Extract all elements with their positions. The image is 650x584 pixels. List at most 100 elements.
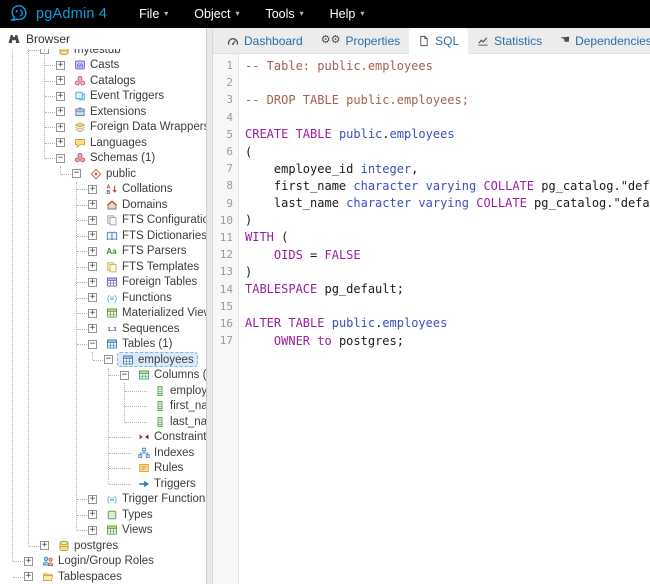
- tree-item-mytestdb[interactable]: −mytestdb: [0, 49, 206, 58]
- casts-icon: 69: [73, 59, 86, 72]
- expand-icon[interactable]: +: [88, 278, 97, 287]
- tree-item-fts-configurations[interactable]: +FTS Configurations: [0, 213, 206, 229]
- menu-file[interactable]: File▾: [139, 7, 168, 21]
- expand-icon[interactable]: +: [56, 76, 65, 85]
- expand-icon[interactable]: +: [24, 557, 33, 566]
- tree-item-functions[interactable]: +(≡)Functions: [0, 290, 206, 306]
- expand-icon[interactable]: +: [88, 495, 97, 504]
- menu-tools[interactable]: Tools▾: [265, 7, 303, 21]
- tree-item-label: Extensions: [90, 106, 146, 118]
- tree-item-languages[interactable]: +Languages: [0, 135, 206, 151]
- tree-item-tablespaces[interactable]: +Tablespaces: [0, 569, 206, 584]
- browser-panel-title: Browser: [26, 32, 70, 46]
- panel-splitter[interactable]: [206, 28, 213, 584]
- tree-item-label: Materialized Views: [122, 307, 206, 319]
- tree-item-first-name[interactable]: first_name: [0, 399, 206, 415]
- tree-item-triggers[interactable]: Triggers: [0, 476, 206, 492]
- tree-item-public[interactable]: −public: [0, 166, 206, 182]
- tree-item-trigger-functions[interactable]: +(≡)Trigger Functions: [0, 492, 206, 508]
- collapse-icon[interactable]: −: [56, 154, 65, 163]
- tree-item-label: Collations: [122, 183, 173, 195]
- tree-item-employee-id[interactable]: employee_id: [0, 383, 206, 399]
- tree-item-collations[interactable]: +ABCollations: [0, 182, 206, 198]
- collapse-icon[interactable]: −: [120, 371, 129, 380]
- tree-item-constraints[interactable]: Constraints: [0, 430, 206, 446]
- line-number: 3: [213, 93, 233, 106]
- tree-item-label: Rules: [154, 462, 183, 474]
- tab-dependencies[interactable]: ☚Dependencies: [551, 28, 650, 53]
- tree-item-fts-templates[interactable]: +FTS Templates: [0, 259, 206, 275]
- expand-icon[interactable]: +: [56, 61, 65, 70]
- menu-help[interactable]: Help▾: [330, 7, 365, 21]
- expand-icon[interactable]: +: [88, 216, 97, 225]
- tree-item-rules[interactable]: Rules: [0, 461, 206, 477]
- columns-icon: [137, 369, 150, 382]
- tree-item-employees[interactable]: −employees: [0, 352, 206, 368]
- tree-item-columns-3[interactable]: −Columns (3): [0, 368, 206, 384]
- tree-item-catalogs[interactable]: +Catalogs: [0, 73, 206, 89]
- tree-item-tables-1[interactable]: −Tables (1): [0, 337, 206, 353]
- menu-list: File▾ Object▾ Tools▾ Help▾: [139, 7, 364, 21]
- expand-icon[interactable]: +: [40, 541, 49, 550]
- code-token: OWNER: [274, 334, 310, 348]
- expand-icon[interactable]: +: [88, 231, 97, 240]
- tab-properties[interactable]: ⚙⚙Properties: [312, 28, 409, 53]
- tab-sql[interactable]: SQL: [409, 28, 468, 54]
- expand-icon[interactable]: +: [56, 107, 65, 116]
- sql-icon: [418, 35, 430, 47]
- tree-item-materialized-views[interactable]: + Materialized Views: [0, 306, 206, 322]
- expand-icon[interactable]: +: [88, 200, 97, 209]
- tree-item-views[interactable]: +Views: [0, 523, 206, 539]
- tree-item-foreign-data-wrappers[interactable]: +Foreign Data Wrappers: [0, 120, 206, 136]
- expand-icon[interactable]: +: [88, 309, 97, 318]
- expand-icon[interactable]: +: [24, 572, 33, 581]
- menu-object[interactable]: Object▾: [194, 7, 239, 21]
- tree-guide-line: [108, 368, 109, 484]
- line-number: 14: [213, 283, 233, 296]
- chevron-down-icon: ▾: [300, 10, 304, 18]
- expand-icon[interactable]: +: [88, 293, 97, 302]
- tree-item-event-triggers[interactable]: +Event Triggers: [0, 89, 206, 105]
- expand-icon[interactable]: +: [88, 247, 97, 256]
- tree-item-extensions[interactable]: + Extensions: [0, 104, 206, 120]
- tree-item-types[interactable]: +Types: [0, 507, 206, 523]
- expand-icon[interactable]: +: [56, 138, 65, 147]
- tree-connector: [13, 577, 23, 578]
- code-token: (: [274, 230, 288, 244]
- expand-icon[interactable]: +: [56, 92, 65, 101]
- code-token: (: [245, 145, 252, 159]
- expand-icon[interactable]: +: [88, 510, 97, 519]
- collapse-icon[interactable]: −: [88, 340, 97, 349]
- tab-statistics[interactable]: Statistics: [468, 28, 551, 53]
- expand-icon[interactable]: +: [56, 123, 65, 132]
- tree-item-indexes[interactable]: Indexes: [0, 445, 206, 461]
- collapse-icon[interactable]: −: [72, 169, 81, 178]
- expand-icon[interactable]: +: [88, 185, 97, 194]
- tree-item-postgres[interactable]: +postgres: [0, 538, 206, 554]
- object-tree[interactable]: −mytestdb+69Casts+Catalogs+Event Trigger…: [0, 49, 206, 584]
- code-token: [245, 334, 274, 348]
- svg-text:1..3: 1..3: [107, 327, 116, 333]
- expand-icon[interactable]: +: [88, 324, 97, 333]
- tree-item-last-name[interactable]: last_name: [0, 414, 206, 430]
- tree-item-label: Constraints: [154, 431, 206, 443]
- tree-node: Tables (1): [101, 337, 177, 352]
- tab-dashboard[interactable]: Dashboard: [218, 28, 312, 53]
- code-line: 17 OWNER to postgres;: [213, 332, 650, 349]
- collapse-icon[interactable]: −: [104, 355, 113, 364]
- sql-editor[interactable]: 1-- Table: public.employees23-- DROP TAB…: [213, 54, 650, 584]
- tree-item-casts[interactable]: +69Casts: [0, 58, 206, 74]
- code-line: 13): [213, 263, 650, 280]
- tree-item-fts-dictionaries[interactable]: +FTS Dictionaries: [0, 228, 206, 244]
- expand-icon[interactable]: +: [88, 526, 97, 535]
- tree-item-login-group-roles[interactable]: +Login/Group Roles: [0, 554, 206, 570]
- fdw-icon: [73, 121, 86, 134]
- tree-item-fts-parsers[interactable]: +AaFTS Parsers: [0, 244, 206, 260]
- expand-icon[interactable]: +: [88, 262, 97, 271]
- tree-node: employees: [117, 352, 198, 367]
- tree-item-label: Sequences: [122, 323, 180, 335]
- tree-item-sequences[interactable]: +1..3 Sequences: [0, 321, 206, 337]
- tree-item-schemas-1[interactable]: −Schemas (1): [0, 151, 206, 167]
- tree-item-domains[interactable]: +Domains: [0, 197, 206, 213]
- tree-item-foreign-tables[interactable]: +Foreign Tables: [0, 275, 206, 291]
